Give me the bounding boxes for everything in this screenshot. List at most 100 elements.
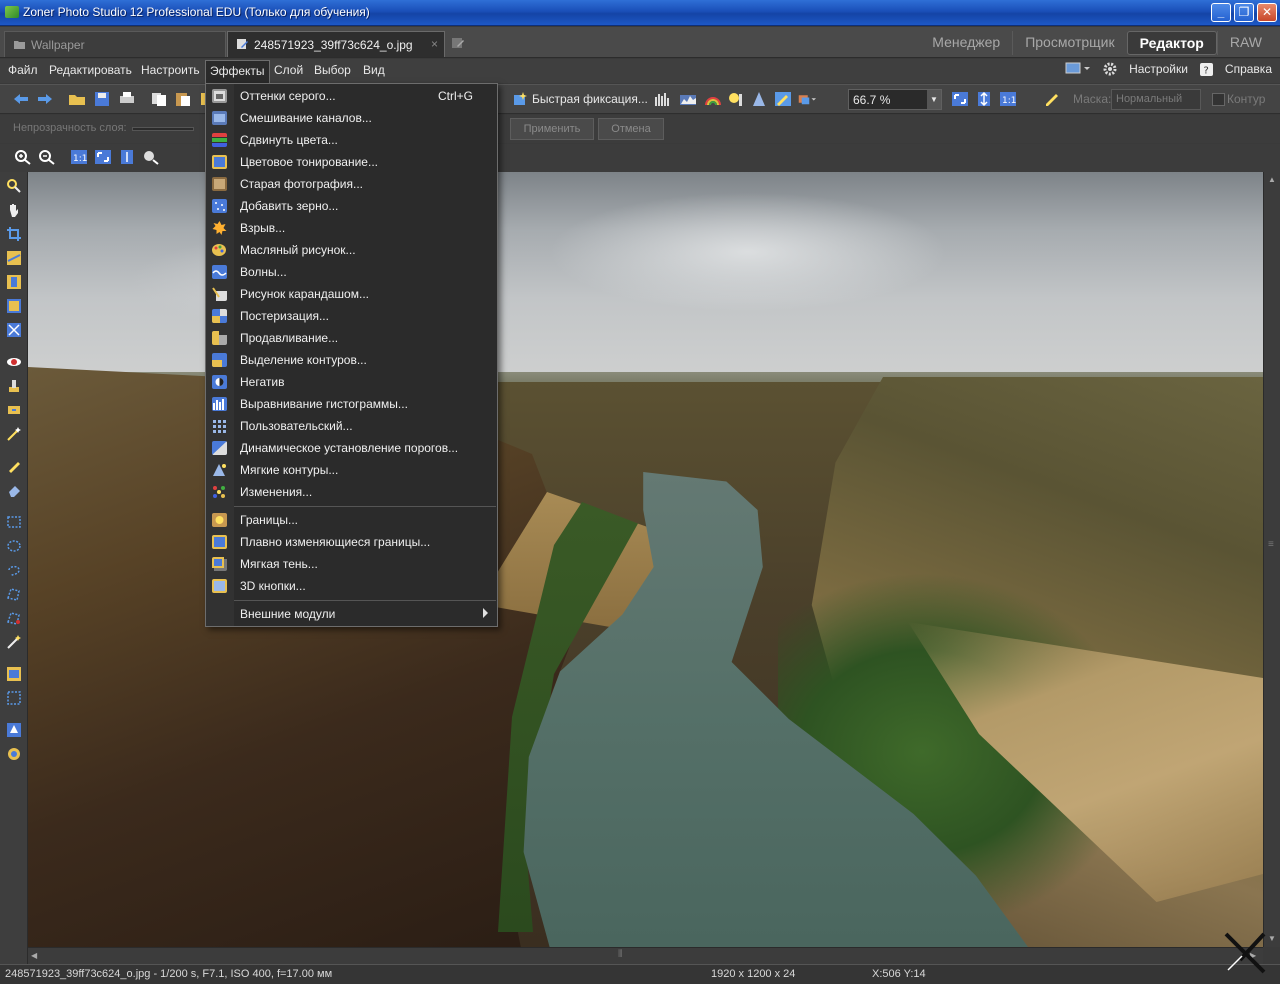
mode-tab-manager[interactable]: Менеджер [920,31,1012,55]
hand-tool-icon[interactable] [6,202,22,218]
settings-menu[interactable]: Настройки [1129,62,1188,76]
perspective-icon[interactable] [6,274,22,290]
tab-wallpaper[interactable]: Wallpaper [4,31,226,57]
monitor-icon[interactable] [1065,62,1091,76]
magic-wand-icon[interactable] [6,426,22,442]
menu-item-channel-mixer[interactable]: Смешивание каналов... [206,107,497,129]
lasso-icon[interactable] [6,562,22,578]
menu-item-3d-buttons[interactable]: 3D кнопки... [206,575,497,597]
histogram-icon[interactable] [679,91,697,107]
view-fit-height-icon[interactable] [118,149,136,165]
maximize-button[interactable]: ❐ [1234,3,1254,22]
gear-icon[interactable] [1103,62,1117,76]
horizontal-scrollbar[interactable]: ◀ ⦀ ▶ [28,947,1263,964]
mask-select[interactable]: Нормальный [1111,89,1201,110]
canvas-icon[interactable] [6,298,22,314]
menu-item-emboss[interactable]: Продавливание... [206,327,497,349]
retouch-icon[interactable] [774,91,792,107]
fit-to-window-icon[interactable] [951,91,969,107]
menu-file[interactable]: Файл [4,62,42,78]
actual-size-icon[interactable]: 1:1 [999,91,1017,107]
zoom-out-icon[interactable] [38,149,56,165]
mode-tab-viewer[interactable]: Просмотрщик [1012,31,1126,55]
view-fit-icon[interactable] [94,149,112,165]
help-icon[interactable]: ? [1199,62,1213,76]
minimize-button[interactable]: _ [1211,3,1231,22]
scroll-grip-icon[interactable]: ≡ [1268,539,1274,550]
wand-select-icon[interactable] [6,634,22,650]
view-actual-size-icon[interactable]: 1:1 [70,149,88,165]
copy-icon[interactable] [150,91,168,107]
tab-close-icon[interactable]: × [431,37,438,51]
menu-item-gradient-borders[interactable]: Плавно изменяющиеся границы... [206,531,497,553]
menu-item-histogram-equalize[interactable]: Выравнивание гистограммы... [206,393,497,415]
open-folder-icon[interactable] [68,91,86,107]
menu-item-edge-detect[interactable]: Выделение контуров... [206,349,497,371]
menu-item-grayscale[interactable]: Оттенки серого... Ctrl+G [206,85,497,107]
menu-item-changes[interactable]: Изменения... [206,481,497,503]
healing-brush-icon[interactable] [6,402,22,418]
menu-item-waves[interactable]: Волны... [206,261,497,283]
quick-fix-button[interactable]: Быстрая фиксация... [514,92,648,106]
color-rainbow-icon[interactable] [704,91,722,107]
red-eye-icon[interactable] [6,354,22,370]
menu-adjust[interactable]: Настроить [137,62,204,78]
scroll-up-icon[interactable]: ▲ [1268,175,1276,184]
text-tool-icon[interactable] [6,666,22,682]
menu-item-dynamic-threshold[interactable]: Динамическое установление порогов... [206,437,497,459]
menu-item-negative[interactable]: Негатив [206,371,497,393]
sharpen-icon[interactable] [750,91,768,107]
brush-icon[interactable] [6,458,22,474]
menu-item-color-shift[interactable]: Сдвинуть цвета... [206,129,497,151]
clone-stamp-icon[interactable] [6,378,22,394]
scroll-left-icon[interactable]: ◀ [31,951,37,960]
mode-tab-raw[interactable]: RAW [1216,31,1274,55]
zoom-combobox[interactable]: 66.7 % ▼ [848,89,942,110]
menu-item-posterize[interactable]: Постеризация... [206,305,497,327]
menu-item-soft-shadow[interactable]: Мягкая тень... [206,553,497,575]
straighten-icon[interactable] [6,250,22,266]
contour-checkbox[interactable]: Контур [1212,92,1265,106]
menu-item-pencil-drawing[interactable]: Рисунок карандашом... [206,283,497,305]
zoom-in-icon[interactable] [14,149,32,165]
menu-edit[interactable]: Редактировать [45,62,136,78]
gradient-tool-icon[interactable] [6,722,22,738]
new-tab-icon[interactable] [451,37,465,49]
menu-item-plugins[interactable]: Внешние модули [206,603,497,625]
scroll-down-icon[interactable]: ▼ [1268,934,1276,943]
ellipse-select-icon[interactable] [6,538,22,554]
zoom-tool-icon[interactable] [142,149,160,165]
scroll-grip-icon[interactable]: ⦀ [618,949,622,960]
polygon-select-icon[interactable] [6,586,22,602]
color-replace-icon[interactable] [798,91,816,107]
menu-select[interactable]: Выбор [310,62,355,78]
menu-effects[interactable]: Эффекты [205,60,270,83]
shape-tool-icon[interactable] [6,690,22,706]
help-menu[interactable]: Справка [1225,62,1272,76]
menu-item-borders[interactable]: Границы... [206,509,497,531]
save-icon[interactable] [93,91,111,107]
close-button[interactable]: ✕ [1257,3,1277,22]
menu-item-explosion[interactable]: Взрыв... [206,217,497,239]
undo-icon[interactable] [12,91,30,107]
menu-item-old-photo[interactable]: Старая фотография... [206,173,497,195]
redo-icon[interactable] [36,91,54,107]
rect-select-icon[interactable] [6,514,22,530]
print-icon[interactable] [118,91,136,107]
menu-view[interactable]: Вид [359,62,389,78]
menu-item-color-toning[interactable]: Цветовое тонирование... [206,151,497,173]
fit-height-icon[interactable] [975,91,993,107]
levels-icon[interactable] [654,91,672,107]
vertical-scrollbar[interactable]: ▲ ≡ ▼ [1263,172,1280,947]
menu-layer[interactable]: Слой [270,62,307,78]
pencil-icon[interactable] [1043,91,1061,107]
menu-item-add-grain[interactable]: Добавить зерно... [206,195,497,217]
menu-item-soft-edges[interactable]: Мягкие контуры... [206,459,497,481]
mode-tab-editor[interactable]: Редактор [1126,31,1217,55]
menu-item-oil-painting[interactable]: Масляный рисунок... [206,239,497,261]
chevron-down-icon[interactable]: ▼ [927,90,941,109]
eraser-icon[interactable] [6,482,22,498]
opacity-slider[interactable] [132,127,194,131]
crop-icon[interactable] [6,226,22,242]
brightness-icon[interactable] [727,91,745,107]
